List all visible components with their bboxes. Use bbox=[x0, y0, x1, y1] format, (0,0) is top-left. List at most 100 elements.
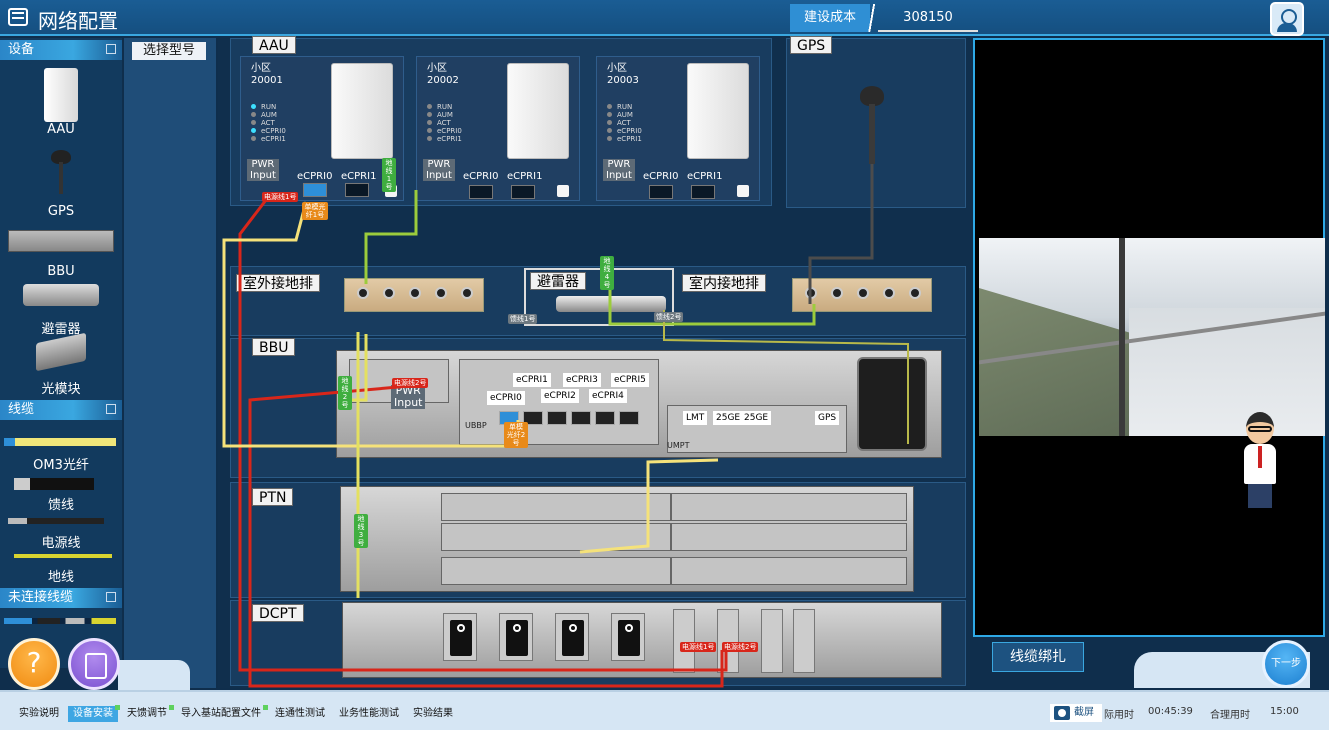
feeder-cable-image[interactable] bbox=[14, 478, 94, 490]
devices-section-header[interactable]: 设备 bbox=[0, 40, 122, 60]
scene-viewport[interactable] bbox=[973, 38, 1325, 637]
network-config-icon bbox=[8, 8, 28, 26]
device-aau-label: AAU bbox=[47, 122, 75, 137]
feeder-cable-1[interactable] bbox=[808, 164, 874, 304]
guide-character[interactable] bbox=[1232, 412, 1288, 508]
character-tie bbox=[1258, 446, 1262, 468]
feeder1-tag[interactable]: 馈线1号 bbox=[508, 314, 538, 324]
screenshot-button[interactable]: 截屏 bbox=[1050, 704, 1102, 722]
power1-tag[interactable]: 电源线1号 bbox=[262, 192, 299, 202]
device-aau[interactable]: AAU bbox=[0, 68, 122, 137]
fiber2-tag[interactable]: 单模光纤2号 bbox=[504, 422, 528, 448]
om3-fiber-cable-image[interactable] bbox=[4, 438, 116, 446]
unconnected-header-label: 未连接线缆 bbox=[8, 590, 74, 605]
app-root: 网络配置 建设成本 308150 设备 AAU GPS BBU 避雷器 光模块 … bbox=[0, 0, 1329, 730]
cable-feeder-label[interactable]: 馈线 bbox=[0, 494, 122, 513]
cable-connections bbox=[222, 164, 909, 688]
aau-image bbox=[44, 68, 78, 122]
app-title: 网络配置 bbox=[38, 9, 118, 33]
step-antenna-label: 天馈调节 bbox=[127, 708, 167, 719]
title-bar: 网络配置 建设成本 308150 bbox=[0, 0, 1329, 36]
power-cable-2[interactable] bbox=[248, 384, 724, 688]
character-legs bbox=[1248, 484, 1272, 508]
camera-icon bbox=[1054, 706, 1070, 720]
expand-icon[interactable] bbox=[106, 404, 116, 414]
device-bbu-label: BBU bbox=[47, 264, 75, 279]
ground3-tag[interactable]: 地线3号 bbox=[354, 514, 368, 548]
devices-header-label: 设备 bbox=[8, 42, 35, 57]
gps-antenna-image bbox=[51, 150, 71, 194]
power1-dcpt-tag[interactable]: 电源线1号 bbox=[680, 642, 717, 652]
step-status-dot bbox=[263, 705, 268, 710]
device-gps-label: GPS bbox=[47, 204, 75, 219]
reasonable-time-value: 15:00 bbox=[1270, 706, 1299, 717]
next-step-button[interactable]: 下一步 bbox=[1262, 640, 1310, 688]
actual-time-value: 00:45:39 bbox=[1148, 706, 1193, 717]
step-status-dot bbox=[115, 705, 120, 710]
expand-icon[interactable] bbox=[106, 44, 116, 54]
cable-bind-button[interactable]: 线缆绑扎 bbox=[992, 642, 1084, 672]
arrester-image bbox=[23, 284, 99, 306]
document-icon-button[interactable] bbox=[68, 638, 120, 690]
cost-separator bbox=[868, 4, 876, 32]
cable-power-label[interactable]: 电源线 bbox=[0, 532, 122, 551]
cable-om3-label[interactable]: OM3光纤 bbox=[0, 454, 122, 473]
unconnected-cables-header[interactable]: 未连接线缆 bbox=[0, 588, 122, 608]
step-tab-results[interactable]: 实验结果 bbox=[408, 706, 458, 722]
power-cable-1[interactable] bbox=[238, 199, 728, 672]
step-tabs: 实验说明 设备安装 天馈调节 导入基站配置文件 连通性测试 业务性能测试 实验结… bbox=[14, 705, 458, 722]
cable-ground-label[interactable]: 地线 bbox=[0, 566, 122, 585]
reasonable-time-label: 合理用时 bbox=[1210, 710, 1250, 721]
ground-cable-image[interactable] bbox=[14, 554, 112, 558]
fiber-cable-2[interactable] bbox=[579, 458, 719, 554]
feeder2-tag[interactable]: 馈线2号 bbox=[654, 312, 684, 322]
help-button[interactable]: ? bbox=[8, 638, 60, 690]
step-import-label: 导入基站配置文件 bbox=[181, 708, 261, 719]
construction-cost: 建设成本 308150 bbox=[790, 4, 980, 32]
tower-pole bbox=[1119, 238, 1125, 436]
user-avatar-button[interactable] bbox=[1270, 2, 1304, 36]
device-arrester-label: 避雷器 bbox=[41, 322, 81, 337]
help-tray bbox=[118, 660, 190, 690]
installation-canvas: AAU 小区 20001 RUN AUM ACT eCPRI0 eCPRI1 PW… bbox=[218, 36, 970, 688]
left-panel: 设备 AAU GPS BBU 避雷器 光模块 线缆 OM3光纤 馈线 电源线 地… bbox=[0, 38, 122, 668]
ground4-tag[interactable]: 地线4号 bbox=[600, 256, 614, 290]
device-optical-module[interactable]: 光模块 bbox=[0, 332, 122, 397]
ground2-tag[interactable]: 地线2号 bbox=[338, 376, 352, 410]
ground1-tag[interactable]: 地线1号 bbox=[382, 158, 396, 192]
fiber-cable-1[interactable] bbox=[222, 201, 520, 448]
step-tab-performance[interactable]: 业务性能测试 bbox=[334, 706, 404, 722]
power-cable-image[interactable] bbox=[8, 518, 104, 524]
feeder-cable-2[interactable] bbox=[663, 310, 909, 444]
optical-module-image bbox=[36, 332, 86, 372]
cables-section-header[interactable]: 线缆 bbox=[0, 400, 122, 420]
cost-label: 建设成本 bbox=[790, 4, 870, 32]
status-bar: 实验说明 设备安装 天馈调节 导入基站配置文件 连通性测试 业务性能测试 实验结… bbox=[0, 690, 1329, 730]
bbu-image bbox=[8, 230, 114, 252]
device-arrester[interactable]: 避雷器 bbox=[0, 284, 122, 337]
step-tab-antenna[interactable]: 天馈调节 bbox=[122, 705, 174, 722]
ground-cable-1[interactable] bbox=[364, 190, 418, 284]
actual-time-label: 际用时 bbox=[1104, 710, 1134, 721]
select-model-button[interactable]: 选择型号 bbox=[132, 42, 206, 60]
step-install-label: 设备安装 bbox=[73, 708, 113, 719]
step-tab-intro[interactable]: 实验说明 bbox=[14, 706, 64, 722]
power2-dcpt-tag[interactable]: 电源线2号 bbox=[722, 642, 759, 652]
step-tab-import-config[interactable]: 导入基站配置文件 bbox=[176, 705, 268, 722]
screenshot-label: 截屏 bbox=[1074, 707, 1094, 718]
tower-scene-image bbox=[979, 238, 1325, 436]
cost-value: 308150 bbox=[878, 4, 978, 32]
step-tab-install[interactable]: 设备安装 bbox=[68, 705, 120, 722]
step-status-dot bbox=[169, 705, 174, 710]
unconnected-cables-list[interactable] bbox=[4, 618, 116, 624]
ground-cable-4[interactable] bbox=[608, 262, 816, 326]
device-bbu[interactable]: BBU bbox=[0, 230, 122, 279]
step-tab-connectivity[interactable]: 连通性测试 bbox=[270, 706, 330, 722]
expand-icon[interactable] bbox=[106, 592, 116, 602]
fiber1-tag[interactable]: 单模光纤1号 bbox=[302, 202, 328, 220]
model-selection-column: 选择型号 bbox=[124, 38, 216, 688]
power2-tag[interactable]: 电源线2号 bbox=[392, 378, 429, 388]
device-gps[interactable]: GPS bbox=[0, 150, 122, 219]
device-optical-module-label: 光模块 bbox=[41, 382, 81, 397]
character-glasses bbox=[1248, 426, 1272, 432]
